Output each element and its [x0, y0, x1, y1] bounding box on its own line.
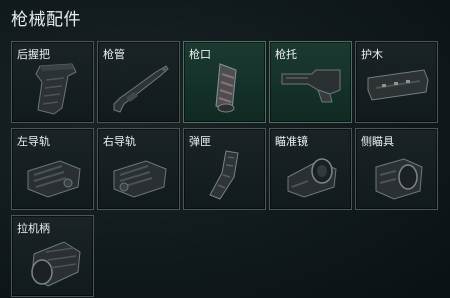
weapon-attachments-panel: 枪械配件 后握把 枪管 枪口 枪托 护木 左导轨 右导轨 弹匣 瞄准镜 侧瞄具 … [0, 0, 450, 298]
stock-icon [278, 60, 345, 118]
slot-stock[interactable]: 枪托 [269, 41, 352, 123]
slot-right-rail[interactable]: 右导轨 [97, 128, 180, 210]
grip-icon [20, 60, 87, 118]
slot-side-sight[interactable]: 侧瞄具 [355, 128, 438, 210]
slot-muzzle[interactable]: 枪口 [183, 41, 266, 123]
slot-scope[interactable]: 瞄准镜 [269, 128, 352, 210]
handguard-icon [364, 60, 431, 118]
panel-title: 枪械配件 [11, 10, 81, 30]
slot-left-rail[interactable]: 左导轨 [11, 128, 94, 210]
slot-handguard[interactable]: 护木 [355, 41, 438, 123]
attachment-grid: 后握把 枪管 枪口 枪托 护木 左导轨 右导轨 弹匣 瞄准镜 侧瞄具 拉机柄 [11, 41, 441, 297]
slot-rear-grip[interactable]: 后握把 [11, 41, 94, 123]
side-sight-icon [364, 147, 431, 205]
scope-icon [278, 147, 345, 205]
right-rail-icon [106, 147, 173, 205]
magazine-icon [192, 147, 259, 205]
slot-barrel[interactable]: 枪管 [97, 41, 180, 123]
charging-handle-icon [20, 234, 87, 292]
slot-charging-handle[interactable]: 拉机柄 [11, 215, 94, 297]
slot-magazine[interactable]: 弹匣 [183, 128, 266, 210]
left-rail-icon [20, 147, 87, 205]
muzzle-icon [192, 60, 259, 118]
barrel-icon [106, 60, 173, 118]
